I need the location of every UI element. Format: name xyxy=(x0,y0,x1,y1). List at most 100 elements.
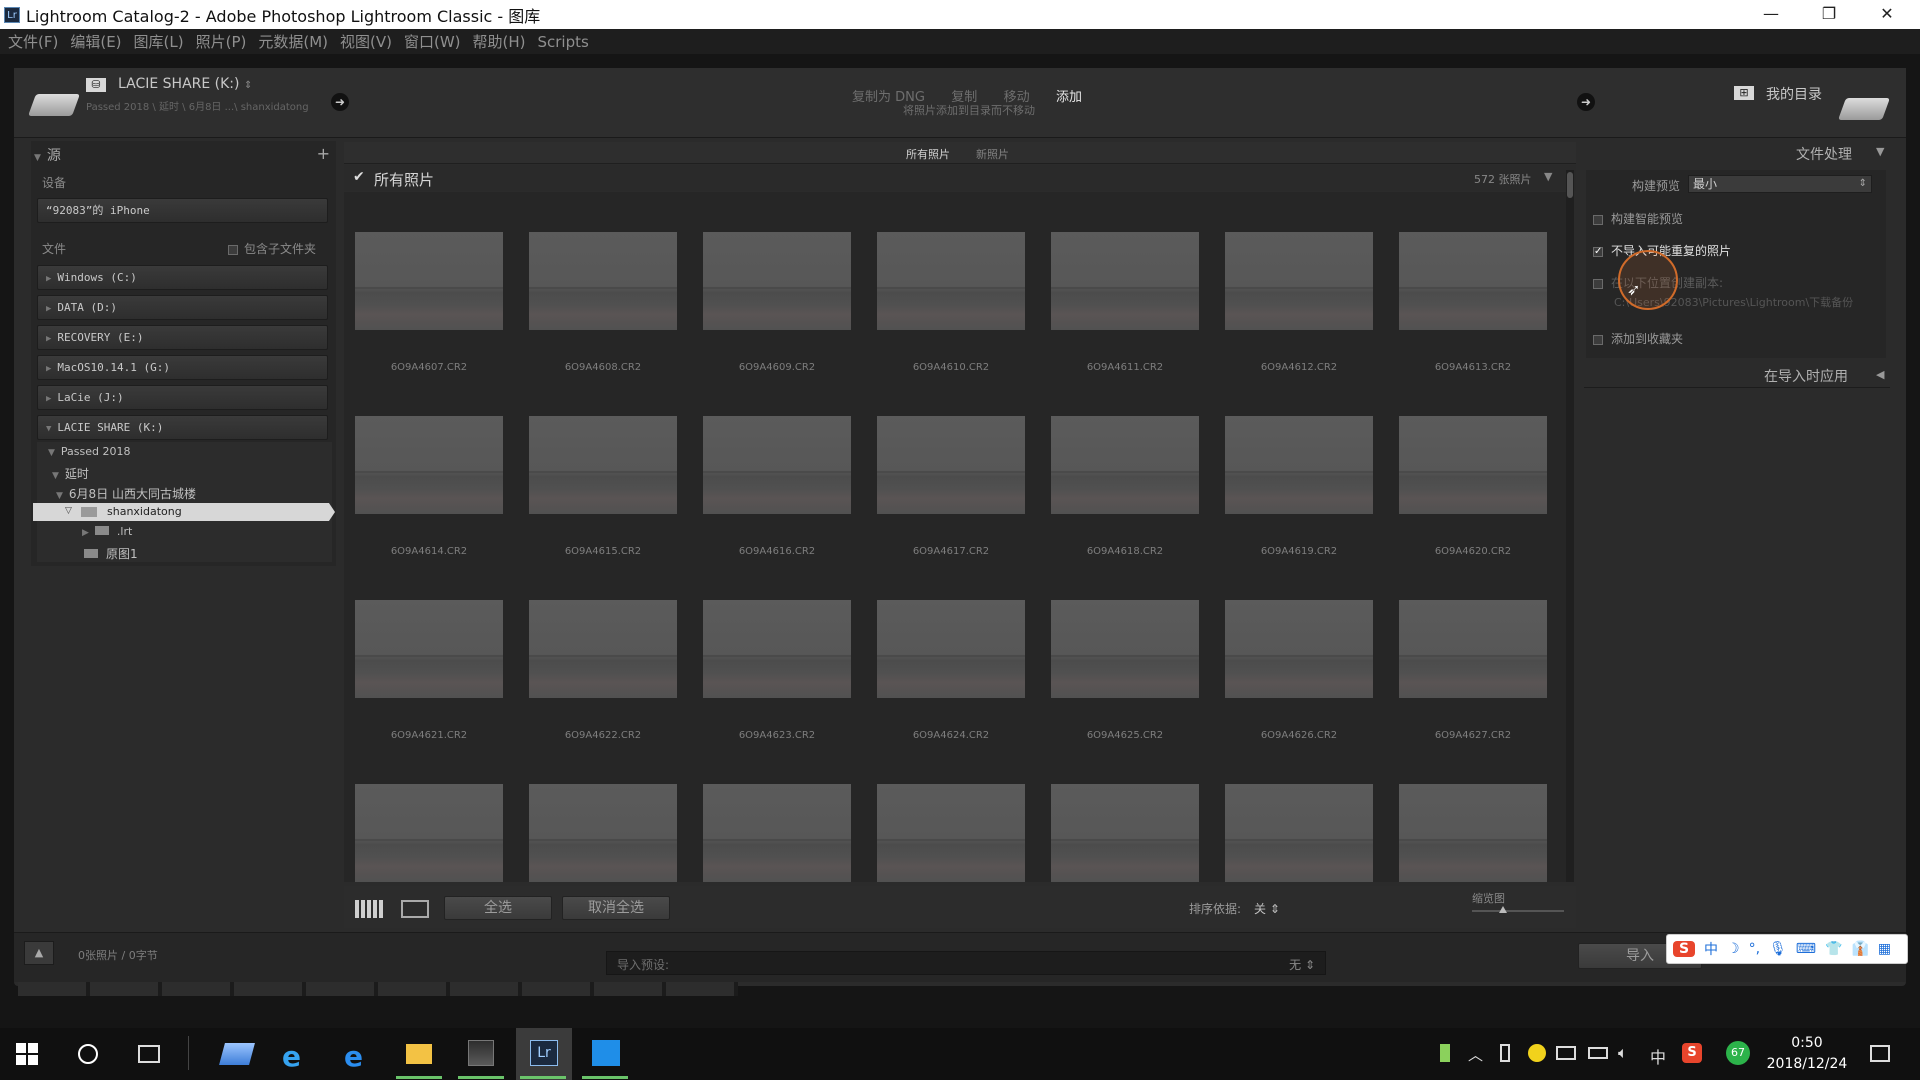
collapse-icon[interactable]: ▼ xyxy=(1876,145,1884,158)
photo-thumbnail[interactable] xyxy=(355,416,503,514)
file-explorer-icon[interactable] xyxy=(406,1044,432,1064)
expand-icon[interactable]: ◀ xyxy=(1876,368,1884,381)
ime-menu-icon[interactable]: ▦ xyxy=(1878,941,1891,957)
drive-data-d[interactable]: ▶ DATA (D:) xyxy=(37,295,328,320)
filmstrip[interactable] xyxy=(18,982,738,996)
destination-arrow-icon[interactable]: ➜ xyxy=(1577,93,1595,111)
photo-thumbnail[interactable] xyxy=(1051,232,1199,330)
photo-thumbnail[interactable] xyxy=(1399,232,1547,330)
photo-thumbnail[interactable] xyxy=(1051,416,1199,514)
photo-thumbnail-cell[interactable] xyxy=(344,744,514,882)
screen-recorder-icon[interactable] xyxy=(592,1040,620,1066)
photo-thumbnail[interactable] xyxy=(1051,784,1199,882)
photo-thumbnail-cell[interactable]: 6O9A4626.CR2 xyxy=(1214,560,1384,744)
grid-collapse-icon[interactable]: ▼ xyxy=(1544,170,1552,183)
sogou-icon[interactable]: S xyxy=(1673,941,1695,957)
include-subfolders-checkbox[interactable] xyxy=(228,244,238,255)
tab-all-photos[interactable]: 所有照片 xyxy=(906,146,950,162)
photo-thumbnail-cell[interactable]: 6O9A4623.CR2 xyxy=(692,560,862,744)
menu-library[interactable]: 图库(L) xyxy=(134,31,184,52)
photo-thumbnail[interactable] xyxy=(877,232,1025,330)
slider-handle[interactable] xyxy=(1499,906,1507,913)
menu-metadata[interactable]: 元数据(M) xyxy=(258,31,328,52)
task-view-icon[interactable] xyxy=(138,1045,160,1063)
deselect-all-button[interactable]: 取消全选 xyxy=(562,896,670,920)
photo-thumbnail[interactable] xyxy=(877,600,1025,698)
photo-thumbnail[interactable] xyxy=(1399,784,1547,882)
search-icon[interactable] xyxy=(78,1044,98,1064)
pictures-app-icon[interactable] xyxy=(468,1040,494,1066)
photo-thumbnail[interactable] xyxy=(1225,416,1373,514)
photo-thumbnail[interactable] xyxy=(877,416,1025,514)
photo-thumbnail-cell[interactable]: 6O9A4613.CR2 xyxy=(1388,192,1558,376)
photo-thumbnail[interactable] xyxy=(703,232,851,330)
photo-thumbnail[interactable] xyxy=(703,784,851,882)
security-tray-icon[interactable] xyxy=(1528,1044,1546,1062)
source-arrow-icon[interactable]: ➜ xyxy=(331,93,349,111)
action-center-icon[interactable] xyxy=(1870,1045,1890,1062)
menu-help[interactable]: 帮助(H) xyxy=(473,31,526,52)
ime-language-indicator[interactable]: 中 xyxy=(1650,1044,1666,1068)
photo-thumbnail-cell[interactable]: 6O9A4608.CR2 xyxy=(518,192,688,376)
folder-datong[interactable]: ▼ 6月8日 山西大同古城楼 xyxy=(56,485,196,502)
start-button[interactable] xyxy=(16,1043,38,1065)
preset-dropdown[interactable]: 无 ⇕ xyxy=(1289,956,1315,973)
thumbnail-size-slider[interactable] xyxy=(1472,910,1564,912)
photo-thumbnail[interactable] xyxy=(877,784,1025,882)
photo-thumbnail[interactable] xyxy=(1225,600,1373,698)
add-source-icon[interactable]: + xyxy=(317,144,330,163)
photo-thumbnail-cell[interactable]: 6O9A4627.CR2 xyxy=(1388,560,1558,744)
show-hidden-icons[interactable]: ︿ xyxy=(1468,1044,1483,1065)
drive-lacie-share-k[interactable]: ▼ LACIE SHARE (K:) xyxy=(37,415,328,440)
photo-thumbnail-cell[interactable]: 6O9A4617.CR2 xyxy=(866,376,1036,560)
photo-thumbnail[interactable] xyxy=(1399,600,1547,698)
drive-lacie-j[interactable]: ▶ LaCie (J:) xyxy=(37,385,328,410)
power-tray-icon[interactable] xyxy=(1588,1047,1608,1059)
menu-scripts[interactable]: Scripts xyxy=(538,33,589,51)
folder-shanxidatong-selected[interactable]: ▽ shanxidatong xyxy=(33,503,335,521)
photo-thumbnail[interactable] xyxy=(355,600,503,698)
grid-view-icon[interactable] xyxy=(355,900,383,918)
tab-new-photos[interactable]: 新照片 xyxy=(976,146,1009,162)
build-preview-dropdown[interactable]: 最小 ⇕ xyxy=(1688,175,1872,193)
folder-lrt[interactable]: ▶ .lrt xyxy=(82,525,132,538)
network-tray-icon[interactable] xyxy=(1556,1046,1576,1060)
apply-during-import-header[interactable]: 在导入时应用 ◀ xyxy=(1584,364,1890,388)
photo-thumbnail-cell[interactable] xyxy=(1214,744,1384,882)
internet-explorer-icon[interactable]: e xyxy=(282,1040,301,1073)
collection-checkbox[interactable] xyxy=(1593,334,1603,345)
photo-thumbnail-cell[interactable] xyxy=(1040,744,1210,882)
ime-shirt-icon[interactable]: 👔 xyxy=(1851,941,1868,957)
drive-windows-c[interactable]: ▶ Windows (C:) xyxy=(37,265,328,290)
photo-thumbnail-cell[interactable] xyxy=(518,744,688,882)
photo-thumbnail-cell[interactable]: 6O9A4615.CR2 xyxy=(518,376,688,560)
include-subfolders[interactable]: 包含子文件夹 xyxy=(228,240,316,257)
menu-edit[interactable]: 编辑(E) xyxy=(70,31,121,52)
menu-window[interactable]: 窗口(W) xyxy=(404,31,461,52)
source-drive-name[interactable]: LACIE SHARE (K:) ⇕ xyxy=(118,76,252,92)
duplicates-checkbox[interactable]: ✓ xyxy=(1593,246,1603,257)
photo-thumbnail-cell[interactable]: 6O9A4625.CR2 xyxy=(1040,560,1210,744)
temperature-badge[interactable]: 67 xyxy=(1726,1041,1750,1065)
photo-thumbnail[interactable] xyxy=(529,416,677,514)
photo-thumbnail[interactable] xyxy=(529,784,677,882)
mode-add[interactable]: 添加 xyxy=(1056,86,1082,105)
source-panel-header[interactable]: ▼ 源 + xyxy=(34,144,334,165)
close-button[interactable]: ✕ xyxy=(1858,0,1916,29)
photo-thumbnail-cell[interactable]: 6O9A4607.CR2 xyxy=(344,192,514,376)
clock-date[interactable]: 2018/12/24 xyxy=(1762,1056,1852,1072)
file-handling-header[interactable]: 文件处理 ▼ xyxy=(1584,142,1890,164)
photo-thumbnail[interactable] xyxy=(529,600,677,698)
photo-thumbnail-cell[interactable]: 6O9A4610.CR2 xyxy=(866,192,1036,376)
second-copy-checkbox[interactable] xyxy=(1593,278,1603,289)
photo-thumbnail-cell[interactable]: 6O9A4614.CR2 xyxy=(344,376,514,560)
photo-thumbnail[interactable] xyxy=(529,232,677,330)
minimize-button[interactable]: — xyxy=(1742,0,1800,29)
ime-skin-icon[interactable]: 👕 xyxy=(1825,941,1842,957)
import-preset-bar[interactable]: 导入预设: 无 ⇕ xyxy=(606,951,1326,975)
photo-thumbnail-cell[interactable]: 6O9A4624.CR2 xyxy=(866,560,1036,744)
photo-thumbnail[interactable] xyxy=(355,232,503,330)
photo-thumbnail-cell[interactable]: 6O9A4618.CR2 xyxy=(1040,376,1210,560)
photo-thumbnail-cell[interactable] xyxy=(1388,744,1558,882)
photo-thumbnail-cell[interactable]: 6O9A4620.CR2 xyxy=(1388,376,1558,560)
